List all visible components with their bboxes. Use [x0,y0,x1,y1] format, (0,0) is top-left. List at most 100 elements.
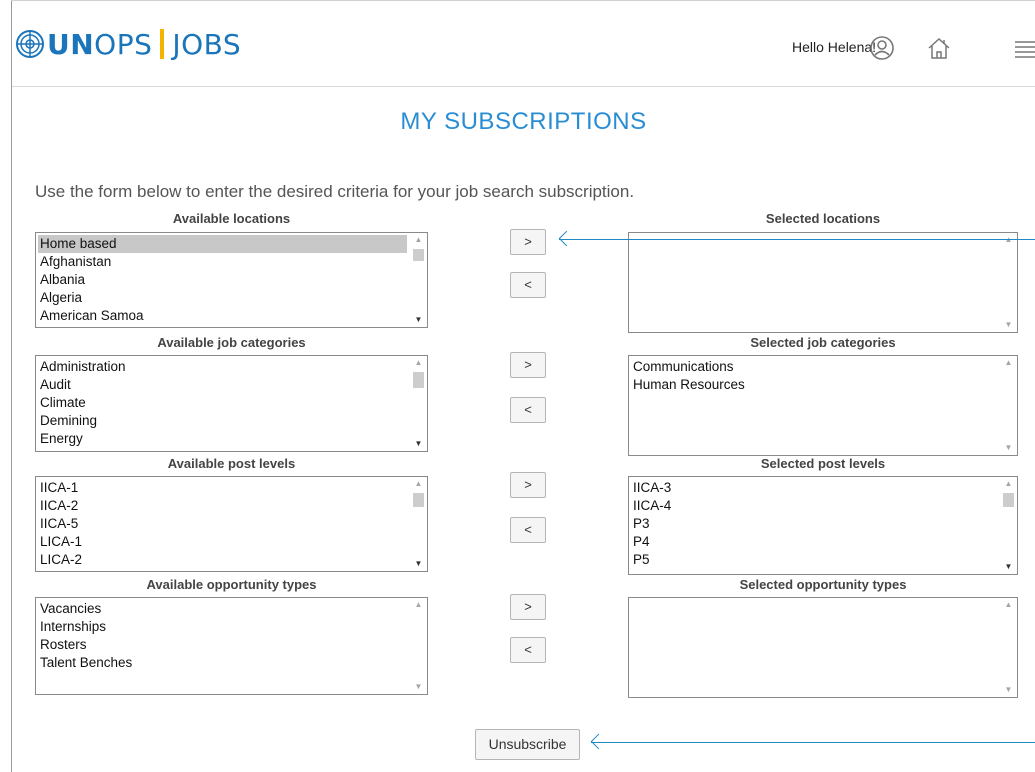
list-item[interactable]: Demining [38,412,407,430]
available-opportunity-types-items: Vacancies Internships Rosters Talent Ben… [38,600,407,672]
list-item[interactable]: Algeria [38,289,407,307]
list-item[interactable]: Talent Benches [38,654,407,672]
list-item[interactable]: American Samoa [38,307,407,325]
scroll-down-icon[interactable]: ▼ [1000,560,1017,574]
available-locations-list[interactable]: Home based Afghanistan Albania Algeria A… [35,232,428,328]
available-opportunity-types-label: Available opportunity types [146,577,317,592]
available-post-levels-label: Available post levels [167,456,296,471]
scroll-up-icon[interactable]: ▲ [410,598,427,612]
list-item[interactable]: Internships [38,618,407,636]
list-item[interactable]: LICA-1 [38,533,407,551]
selected-opportunity-types-label: Selected opportunity types [739,577,907,592]
list-item[interactable]: IICA-3 [631,479,997,497]
list-item[interactable]: IICA-2 [38,497,407,515]
add-post-level-button[interactable]: > [510,472,546,498]
remove-post-level-button[interactable]: < [510,517,546,543]
remove-opportunity-type-button[interactable]: < [510,637,546,663]
scrollbar[interactable]: ▲ ▼ [410,477,427,571]
add-location-button[interactable]: > [510,229,546,255]
scroll-thumb[interactable] [413,493,424,507]
selected-opportunity-types-list[interactable]: ▲ ▼ [628,597,1018,698]
remove-job-category-button[interactable]: < [510,397,546,423]
available-job-categories-list[interactable]: Administration Audit Climate Demining En… [35,355,428,452]
scroll-up-icon[interactable]: ▲ [1000,477,1017,491]
list-item[interactable]: Home based [38,235,407,253]
callout-arrow-line [559,239,1035,240]
scrollbar[interactable]: ▲ ▼ [1000,598,1017,697]
list-item[interactable]: Administration [38,358,407,376]
scroll-up-icon[interactable]: ▲ [1000,233,1017,247]
available-locations-items: Home based Afghanistan Albania Algeria A… [38,235,407,325]
menu-icon[interactable] [1013,35,1035,61]
selected-post-levels-items: IICA-3 IICA-4 P3 P4 P5 [631,479,997,569]
list-item[interactable]: Communications [631,358,997,376]
logo-jobs: JOBS [172,27,242,61]
list-item[interactable]: IICA-5 [38,515,407,533]
unops-jobs-logo[interactable]: UN OPS JOBS [16,27,241,61]
scroll-thumb[interactable] [1003,493,1014,507]
list-item[interactable]: Afghanistan [38,253,407,271]
list-item[interactable]: Vacancies [38,600,407,618]
available-post-levels-items: IICA-1 IICA-2 IICA-5 LICA-1 LICA-2 [38,479,407,569]
intro-text: Use the form below to enter the desired … [35,182,635,201]
scrollbar[interactable]: ▲ ▼ [1000,233,1017,332]
selected-post-levels-label: Selected post levels [760,456,886,471]
list-item[interactable]: IICA-1 [38,479,407,497]
scrollbar[interactable]: ▲ ▼ [410,598,427,694]
available-post-levels-list[interactable]: IICA-1 IICA-2 IICA-5 LICA-1 LICA-2 ▲ ▼ [35,476,428,572]
scrollbar[interactable]: ▲ ▼ [1000,477,1017,574]
scroll-up-icon[interactable]: ▲ [410,233,427,247]
scroll-up-icon[interactable]: ▲ [1000,356,1017,370]
list-item[interactable]: LICA-2 [38,551,407,569]
scroll-down-icon[interactable]: ▼ [410,680,427,694]
scroll-up-icon[interactable]: ▲ [410,356,427,370]
logo-ops: OPS [94,27,153,61]
scrollbar[interactable]: ▲ ▼ [1000,356,1017,455]
selected-post-levels-list[interactable]: IICA-3 IICA-4 P3 P4 P5 ▲ ▼ [628,476,1018,575]
list-item[interactable]: Climate [38,394,407,412]
callout-arrow-line [591,742,1035,743]
scroll-down-icon[interactable]: ▼ [1000,683,1017,697]
scroll-thumb[interactable] [413,372,424,388]
list-item[interactable]: P5 [631,551,997,569]
page-title: MY SUBSCRIPTIONS [400,108,647,135]
available-job-categories-items: Administration Audit Climate Demining En… [38,358,407,448]
add-job-category-button[interactable]: > [510,352,546,378]
scroll-down-icon[interactable]: ▼ [410,557,427,571]
list-item[interactable]: P3 [631,515,997,533]
site-header: UN OPS JOBS Hello Helena! [12,1,1035,87]
list-item[interactable]: IICA-4 [631,497,997,515]
list-item[interactable]: Energy [38,430,407,448]
available-opportunity-types-list[interactable]: Vacancies Internships Rosters Talent Ben… [35,597,428,695]
remove-location-button[interactable]: < [510,272,546,298]
unsubscribe-button[interactable]: Unsubscribe [475,729,580,760]
logo-un: UN [47,27,95,61]
available-job-categories-label: Available job categories [157,335,306,350]
selected-job-categories-list[interactable]: Communications Human Resources ▲ ▼ [628,355,1018,456]
selected-locations-label: Selected locations [765,211,881,226]
list-item[interactable]: Rosters [38,636,407,654]
available-locations-label: Available locations [172,211,291,226]
scroll-thumb[interactable] [413,249,424,261]
scroll-up-icon[interactable]: ▲ [410,477,427,491]
scroll-down-icon[interactable]: ▼ [410,313,427,327]
scrollbar[interactable]: ▲ ▼ [410,356,427,451]
scroll-down-icon[interactable]: ▼ [1000,318,1017,332]
user-greeting: Hello Helena! [792,39,877,55]
un-emblem-icon [16,30,44,58]
scroll-down-icon[interactable]: ▼ [410,437,427,451]
selected-job-categories-items: Communications Human Resources [631,358,997,394]
scrollbar[interactable]: ▲ ▼ [410,233,427,327]
list-item[interactable]: Audit [38,376,407,394]
logo-divider [160,29,165,59]
scroll-down-icon[interactable]: ▼ [1000,441,1017,455]
user-circle-icon[interactable] [869,35,895,61]
selected-locations-list[interactable]: ▲ ▼ [628,232,1018,333]
list-item[interactable]: Albania [38,271,407,289]
list-item[interactable]: P4 [631,533,997,551]
home-icon[interactable] [926,35,952,61]
add-opportunity-type-button[interactable]: > [510,594,546,620]
scroll-up-icon[interactable]: ▲ [1000,598,1017,612]
selected-job-categories-label: Selected job categories [750,335,896,350]
list-item[interactable]: Human Resources [631,376,997,394]
